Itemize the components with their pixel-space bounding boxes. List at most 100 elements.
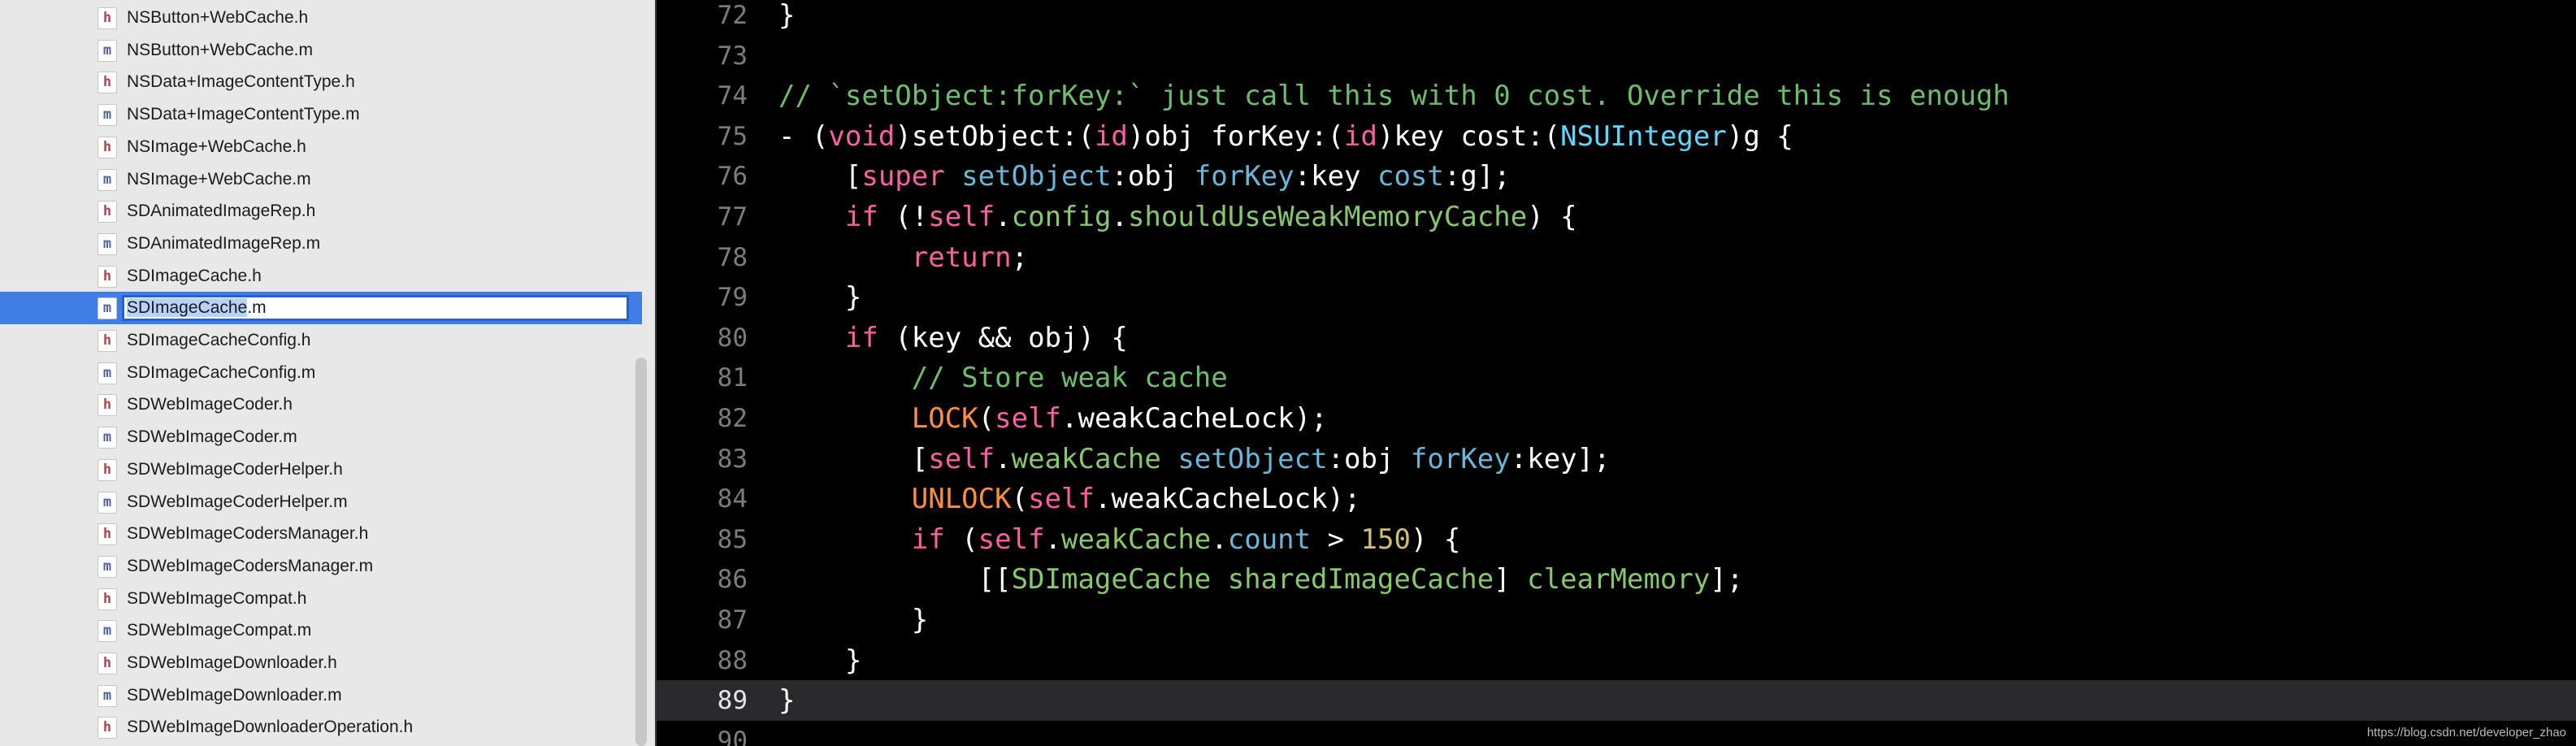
code-line[interactable]: 73 — [657, 36, 2576, 76]
code-token: ; — [1011, 241, 1029, 274]
file-row[interactable]: m SDImageCache.m — [0, 292, 642, 325]
code-token: )g { — [1726, 119, 1793, 153]
header-file-icon: h — [98, 136, 117, 158]
code-token: clearMemory — [1527, 563, 1711, 596]
file-row[interactable]: m NSData+ImageContentType.m — [0, 98, 642, 131]
project-navigator: h NSButton+WebCache.h m NSButton+WebCache.m… — [0, 0, 655, 746]
code-line[interactable]: 86 [[SDImageCache sharedImageCache] clea… — [657, 559, 2576, 600]
code-token: > — [1311, 523, 1361, 556]
implementation-file-icon: m — [98, 684, 117, 707]
code-token: shouldUseWeakMemoryCache — [1127, 201, 1528, 233]
code-token: setObject — [961, 160, 1112, 193]
line-number: 74 — [717, 81, 748, 111]
watermark: https://blog.csdn.net/developer_zhao — [2366, 726, 2566, 739]
code-text: - (void)setObject:(id)obj forKey:(id)key… — [778, 116, 1793, 157]
code-token: self — [978, 523, 1045, 556]
file-row[interactable]: m NSButton+WebCache.m — [0, 34, 642, 67]
file-row[interactable]: h SDWebImageCodersManager.h — [0, 518, 642, 550]
file-row[interactable]: m NSImage+WebCache.m — [0, 163, 642, 196]
code-line[interactable]: 82 LOCK(self.weakCacheLock); — [657, 398, 2576, 439]
source-editor[interactable]: 72} 73 74 // `setObject:forKey:` just call … — [657, 0, 2576, 746]
line-number: 78 — [717, 242, 748, 272]
code-line[interactable]: 85 if (self.weakCache.count > 150) { — [657, 519, 2576, 560]
code-token: } — [778, 684, 796, 718]
file-row[interactable]: h SDWebImageCompat.h — [0, 583, 642, 615]
code-token: . — [1111, 201, 1128, 233]
code-text: } — [778, 680, 795, 721]
rename-extension-text: .m — [247, 298, 267, 318]
code-token: ) { — [1527, 201, 1577, 233]
line-number: 75 — [717, 121, 748, 151]
file-row[interactable]: h NSImage+WebCache.h — [0, 131, 642, 163]
header-file-icon: h — [98, 653, 117, 674]
code-line[interactable]: 90 — [657, 721, 2576, 746]
file-row[interactable]: m SDWebImageCoder.m — [0, 421, 642, 453]
navigator-scrollbar[interactable] — [635, 358, 647, 746]
implementation-file-icon: m — [98, 620, 117, 643]
file-row[interactable]: h SDAnimatedImageRep.h — [0, 195, 642, 228]
code-token: config — [1011, 201, 1112, 233]
file-name: SDWebImageCompat.h — [127, 588, 307, 608]
file-row[interactable]: h SDWebImageDownloaderOperation.h — [0, 711, 642, 744]
code-token: LOCK — [911, 402, 978, 435]
code-text: UNLOCK(self.weakCacheLock); — [778, 479, 1361, 519]
file-row[interactable]: h NSData+ImageContentType.h — [0, 66, 642, 98]
code-token: :obj — [1111, 160, 1195, 193]
code-line[interactable]: 81 // Store weak cache — [657, 358, 2576, 398]
line-number: 82 — [717, 404, 748, 433]
file-row[interactable]: h SDWebImageCoder.h — [0, 388, 642, 421]
code-line[interactable]: 77 if (!self.config.shouldUseWeakMemoryC… — [657, 197, 2576, 237]
code-line[interactable]: 74 // `setObject:forKey:` just call this … — [657, 76, 2576, 116]
code-token: [ — [778, 160, 862, 193]
code-line[interactable]: 88 } — [657, 640, 2576, 681]
file-name: NSData+ImageContentType.m — [127, 105, 360, 124]
header-file-icon: h — [98, 588, 117, 610]
file-name: SDWebImageCoderHelper.m — [127, 492, 348, 511]
code-line[interactable]: 75 - (void)setObject:(id)obj forKey:(id)k… — [657, 116, 2576, 157]
code-line[interactable]: 78 return; — [657, 237, 2576, 278]
file-row[interactable]: m SDImageCacheConfig.m — [0, 357, 642, 389]
rename-input[interactable]: SDImageCache.m — [122, 295, 629, 322]
file-row[interactable]: h SDImageCacheConfig.h — [0, 324, 642, 357]
code-line[interactable]: 76 [super setObject:obj forKey:key cost:… — [657, 156, 2576, 197]
code-line[interactable]: 80 if (key && obj) { — [657, 318, 2576, 358]
code-token: ]; — [1710, 563, 1744, 596]
file-row[interactable]: h SDWebImageDownloader.h — [0, 647, 642, 679]
line-number: 72 — [717, 1, 748, 30]
file-row[interactable]: h NSButton+WebCache.h — [0, 2, 642, 34]
code-token: if — [911, 523, 945, 556]
file-name: SDWebImageDownloader.m — [127, 685, 342, 705]
code-line[interactable]: 79 } — [657, 277, 2576, 318]
current-code-line[interactable]: 89} — [657, 680, 2576, 722]
code-token: )setObject:( — [895, 119, 1095, 153]
code-line[interactable]: 87 } — [657, 600, 2576, 640]
code-token: sharedImageCache — [1227, 563, 1494, 596]
code-token: self — [928, 201, 995, 233]
file-row[interactable]: m SDAnimatedImageRep.m — [0, 228, 642, 260]
code-line[interactable]: 72} — [657, 0, 2576, 36]
code-line[interactable]: 84 UNLOCK(self.weakCacheLock); — [657, 479, 2576, 519]
file-name: SDWebImageCodersManager.h — [127, 524, 369, 544]
file-row[interactable]: h SDImageCache.h — [0, 260, 642, 293]
code-token: self — [995, 402, 1062, 435]
line-number: 77 — [717, 202, 748, 232]
code-token: id — [1094, 119, 1128, 153]
header-file-icon: h — [98, 717, 117, 739]
code-token: ] — [1494, 563, 1528, 596]
file-row[interactable]: m SDWebImageCoderHelper.m — [0, 486, 642, 518]
file-row[interactable]: m SDWebImageCodersManager.m — [0, 550, 642, 583]
file-row[interactable]: m SDWebImageCompat.m — [0, 614, 642, 647]
file-row[interactable]: m SDWebImageDownloader.m — [0, 679, 642, 712]
file-name: NSImage+WebCache.h — [127, 137, 306, 156]
file-row[interactable]: h SDWebImageCoderHelper.h — [0, 453, 642, 486]
file-name: SDImageCache.h — [127, 266, 262, 285]
header-file-icon: h — [98, 7, 117, 29]
code-line[interactable]: 83 [self.weakCache setObject:obj forKey:… — [657, 439, 2576, 479]
code-token: if — [844, 321, 878, 354]
code-token: ( — [1011, 483, 1029, 516]
